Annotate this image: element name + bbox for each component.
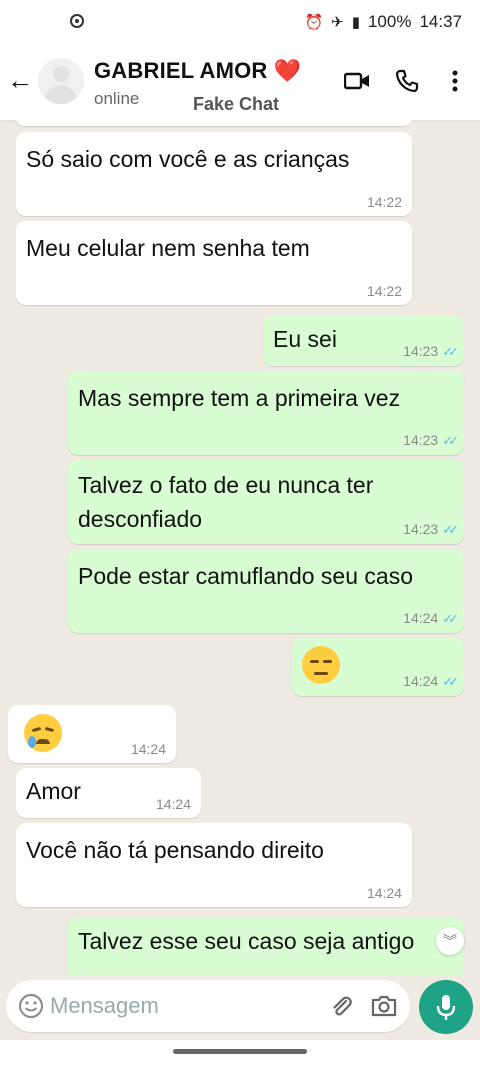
message-time: 14:22	[366, 283, 402, 299]
message-time-text: 14:24	[403, 610, 439, 626]
message-bubble-incoming[interactable]: Meu celular nem senha tem 14:22	[16, 221, 412, 305]
unamused-face-icon	[302, 646, 340, 684]
message-time: 14:22	[366, 194, 402, 210]
mic-button[interactable]	[419, 980, 473, 1034]
camera-icon[interactable]	[370, 993, 398, 1019]
presence-status: online	[94, 89, 140, 108]
message-time: 14:23 ✓✓	[403, 343, 459, 360]
message-time: 14:24	[130, 741, 166, 757]
read-receipt-icon: ✓✓	[442, 611, 459, 626]
message-composer[interactable]: Mensagem	[6, 980, 410, 1032]
watermark-label: Fake Chat	[193, 94, 280, 114]
message-time: 14:24	[366, 885, 402, 901]
message-bubble-outgoing[interactable]: Talvez o fato de eu nunca ter desconfiad…	[68, 460, 464, 544]
status-icons: ⏰ ✈ ▮ 100% 14:37	[304, 12, 462, 32]
message-bubble-outgoing[interactable]: Pode estar camuflando seu caso 14:24 ✓✓	[68, 549, 464, 633]
video-call-icon[interactable]	[342, 66, 372, 96]
phone-call-icon[interactable]	[392, 66, 422, 96]
message-time-text: 14:23	[403, 521, 439, 537]
message-bubble-outgoing[interactable]: Talvez esse seu caso seja antigo	[68, 918, 464, 975]
heart-emoji: ❤️	[273, 58, 302, 83]
status-bar: ⏰ ✈ ▮ 100% 14:37	[0, 0, 480, 44]
message-bubble-incoming[interactable]: Só saio com você e as crianças 14:22	[16, 132, 412, 216]
message-text: Talvez esse seu caso seja antigo	[78, 928, 415, 954]
microphone-icon	[436, 995, 456, 1020]
message-text: Eu sei	[273, 326, 337, 352]
alarm-icon: ⏰	[304, 14, 324, 31]
chat-header: ← GABRIEL AMOR ❤️ online Fake Chat	[0, 44, 480, 120]
message-bubble-outgoing[interactable]: Mas sempre tem a primeira vez 14:23 ✓✓	[68, 371, 464, 455]
read-receipt-icon: ✓✓	[442, 433, 459, 448]
back-arrow-icon[interactable]: ←	[6, 66, 34, 94]
message-time-text: 14:23	[403, 432, 439, 448]
message-text: Pode estar camuflando seu caso	[78, 563, 413, 589]
clock: 14:37	[419, 12, 462, 31]
read-receipt-icon: ✓✓	[442, 674, 459, 689]
message-text: Meu celular nem senha tem	[26, 235, 310, 261]
avatar[interactable]	[38, 58, 84, 104]
home-gesture-handle[interactable]	[173, 1049, 307, 1054]
read-receipt-icon: ✓✓	[442, 522, 459, 537]
battery-icon: ▮	[351, 14, 360, 31]
message-bubble-incoming[interactable]: 14:24	[8, 705, 176, 763]
message-text: Você não tá pensando direito	[26, 837, 324, 863]
emoji-icon[interactable]	[18, 993, 44, 1019]
message-time: 14:23 ✓✓	[403, 432, 459, 449]
message-time-text: 14:24	[403, 673, 439, 689]
sad-but-relieved-face-icon	[24, 714, 62, 752]
recording-icon	[70, 14, 84, 28]
scroll-to-bottom-button[interactable]: ︾	[436, 927, 464, 955]
message-time: 14:23 ✓✓	[403, 521, 459, 538]
message-input-placeholder[interactable]: Mensagem	[50, 993, 159, 1019]
double-chevron-down-icon: ︾	[443, 933, 457, 949]
message-time: 14:24 ✓✓	[403, 673, 459, 690]
contact-name-text: GABRIEL AMOR	[94, 58, 268, 83]
read-receipt-icon: ✓✓	[442, 344, 459, 359]
attach-icon[interactable]	[328, 993, 354, 1019]
message-bubble-incoming[interactable]: Amor 14:24	[16, 768, 201, 818]
message-time-text: 14:23	[403, 343, 439, 359]
message-time: 14:24 ✓✓	[403, 610, 459, 627]
message-text: Talvez o fato de eu nunca ter desconfiad…	[78, 468, 373, 536]
message-bubble-incoming[interactable]: Você não tá pensando direito 14:24	[16, 823, 412, 907]
airplane-icon: ✈	[331, 14, 344, 31]
message-text-line: Talvez o fato de eu nunca ter	[78, 472, 374, 498]
contact-name[interactable]: GABRIEL AMOR ❤️	[94, 58, 301, 84]
message-list[interactable]: Só saio com você e as crianças 14:22 Meu…	[0, 120, 480, 975]
message-bubble-outgoing[interactable]: Eu sei 14:23 ✓✓	[263, 316, 464, 366]
message-bubble-partial	[16, 120, 412, 126]
message-text-line: desconfiado	[78, 506, 203, 532]
message-text: Amor	[26, 778, 81, 804]
battery-level: 100%	[367, 12, 412, 31]
more-options-icon[interactable]	[440, 66, 470, 96]
system-nav-bar	[0, 1040, 480, 1066]
message-text: Mas sempre tem a primeira vez	[78, 385, 401, 411]
message-time: 14:24	[155, 796, 191, 812]
message-text: Só saio com você e as crianças	[26, 146, 350, 172]
message-bubble-outgoing[interactable]: 14:24 ✓✓	[292, 638, 464, 696]
